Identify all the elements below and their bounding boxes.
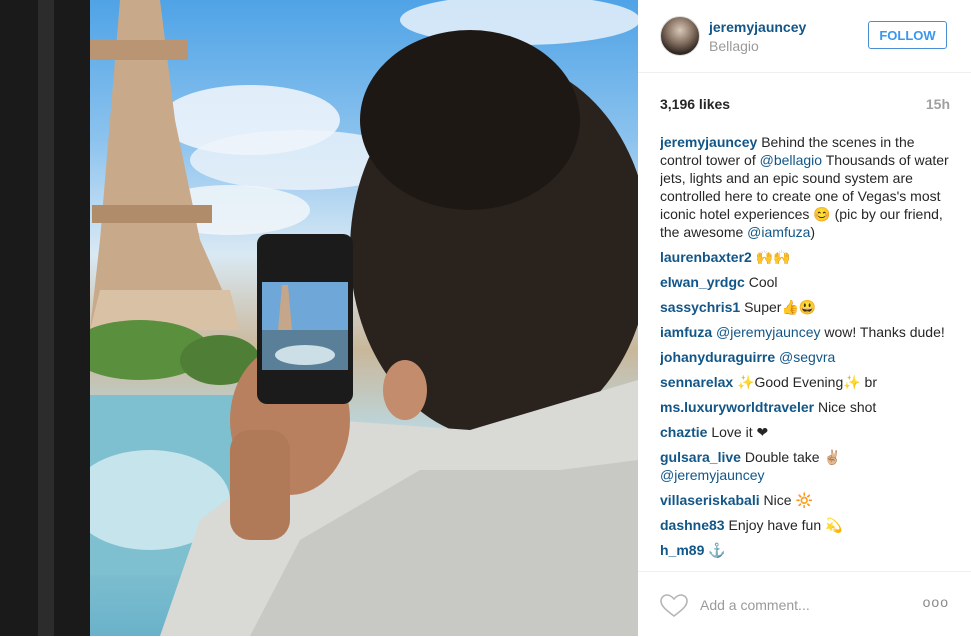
comment-item: dashne83 Enjoy have fun 💫 bbox=[660, 516, 956, 534]
comment-item: gulsara_live Double take ✌🏼 @jeremyjaunc… bbox=[660, 448, 956, 484]
more-options-icon[interactable]: ooo bbox=[923, 594, 949, 610]
victory-emoji: ✌🏼 bbox=[823, 449, 841, 465]
comment-item: johanyduraguirre @segvra bbox=[660, 348, 956, 366]
heart-icon[interactable] bbox=[660, 594, 688, 618]
comment-text: Nice shot bbox=[817, 399, 877, 415]
raised-hands-emoji: 🙌🙌 bbox=[755, 249, 791, 265]
comment-username[interactable]: ms.luxuryworldtraveler bbox=[660, 399, 814, 415]
comment-item: villaseriskabali Nice 🔆 bbox=[660, 491, 956, 509]
comment-mention[interactable]: @jeremyjauncey bbox=[716, 324, 820, 340]
comments-list[interactable]: jeremyjauncey Behind the scenes in the c… bbox=[660, 133, 956, 571]
comment-mention[interactable]: @segvra bbox=[779, 349, 835, 365]
photo-illustration bbox=[0, 0, 638, 636]
comment-username[interactable]: iamfuza bbox=[660, 324, 712, 340]
comment-username[interactable]: gulsara_live bbox=[660, 449, 741, 465]
comment-username[interactable]: sassychris1 bbox=[660, 299, 740, 315]
sun-emoji: 🔆 bbox=[795, 492, 813, 508]
dizzy-emoji: 💫 bbox=[825, 517, 843, 533]
comment-item: sassychris1 Super👍😃 bbox=[660, 298, 956, 316]
comment-username[interactable]: villaseriskabali bbox=[660, 492, 760, 508]
sparkles-emoji: ✨ bbox=[737, 374, 755, 390]
comment-username[interactable]: laurenbaxter2 bbox=[660, 249, 752, 265]
comment-username[interactable]: h_m89 bbox=[660, 542, 704, 558]
comment-item: h_m89 ⚓ bbox=[660, 541, 956, 559]
likes-count[interactable]: 3,196 likes bbox=[660, 96, 730, 112]
post-time[interactable]: 15h bbox=[926, 96, 950, 112]
comment-username[interactable]: johanyduraguirre bbox=[660, 349, 775, 365]
sparkles-emoji: ✨ bbox=[843, 374, 861, 390]
comment-text: Double take bbox=[744, 449, 824, 465]
caption-username[interactable]: jeremyjauncey bbox=[660, 134, 757, 150]
post-photo[interactable] bbox=[0, 0, 638, 636]
comment-text: wow! Thanks dude! bbox=[820, 324, 945, 340]
post-details-panel: jeremyjauncey Bellagio FOLLOW 3,196 like… bbox=[638, 0, 971, 636]
comment-text: Good Evening bbox=[754, 374, 844, 390]
anchor-emoji: ⚓ bbox=[708, 542, 726, 558]
post-location[interactable]: Bellagio bbox=[709, 38, 759, 54]
caption: jeremyjauncey Behind the scenes in the c… bbox=[660, 133, 956, 241]
comment-item: laurenbaxter2 🙌🙌 bbox=[660, 248, 956, 266]
comment-username[interactable]: chaztie bbox=[660, 424, 707, 440]
comment-item: ms.luxuryworldtraveler Nice shot bbox=[660, 398, 956, 416]
comment-item: sennarelax ✨Good Evening✨ br bbox=[660, 373, 956, 391]
comment-input[interactable]: Add a comment... bbox=[700, 597, 810, 613]
comment-item: chaztie Love it ❤ bbox=[660, 423, 956, 441]
thumbs-smile-emoji: 👍😃 bbox=[781, 299, 817, 315]
post-username[interactable]: jeremyjauncey bbox=[709, 19, 806, 35]
comment-text: Love it bbox=[711, 424, 757, 440]
comment-text: Super bbox=[744, 299, 782, 315]
heart-emoji: ❤ bbox=[756, 424, 769, 440]
comment-item: elwan_yrdgc Cool bbox=[660, 273, 956, 291]
caption-text-4: ) bbox=[810, 224, 816, 240]
post-stats: 3,196 likes 15h bbox=[660, 96, 950, 116]
comment-text: Cool bbox=[748, 274, 778, 290]
comment-username[interactable]: elwan_yrdgc bbox=[660, 274, 745, 290]
comment-text-after: br bbox=[860, 374, 878, 390]
caption-mention[interactable]: @bellagio bbox=[760, 152, 822, 168]
comment-username[interactable]: sennarelax bbox=[660, 374, 733, 390]
smile-emoji: 😊 bbox=[813, 206, 831, 222]
caption-mention-2[interactable]: @iamfuza bbox=[747, 224, 810, 240]
avatar[interactable] bbox=[660, 16, 700, 56]
comment-item: iamfuza @jeremyjauncey wow! Thanks dude! bbox=[660, 323, 956, 341]
comment-text: Nice bbox=[763, 492, 796, 508]
comment-username[interactable]: dashne83 bbox=[660, 517, 725, 533]
comment-bar: Add a comment... ooo bbox=[638, 571, 971, 637]
comment-text: Enjoy have fun bbox=[728, 517, 825, 533]
follow-button[interactable]: FOLLOW bbox=[868, 21, 947, 49]
post-header: jeremyjauncey Bellagio FOLLOW bbox=[638, 0, 971, 73]
comment-mention[interactable]: @jeremyjauncey bbox=[660, 467, 764, 483]
